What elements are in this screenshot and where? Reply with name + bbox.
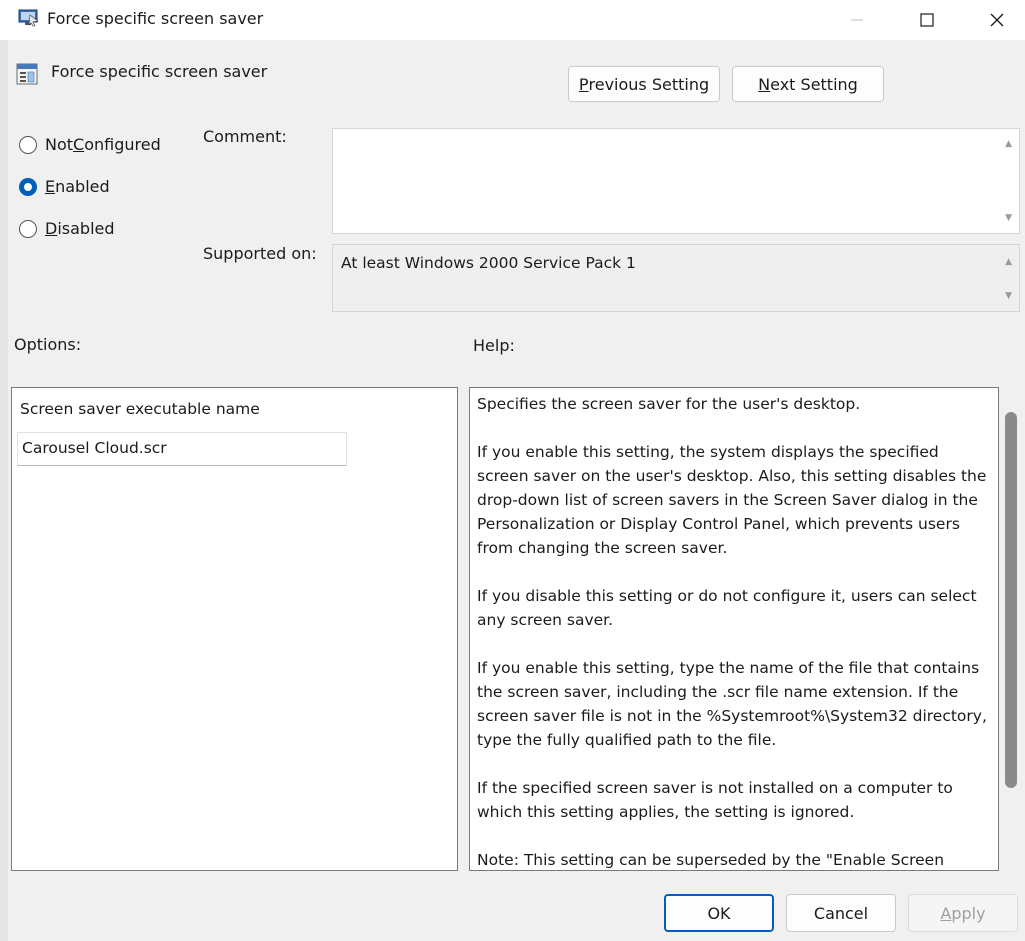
- help-text: Specifies the screen saver for the user'…: [477, 395, 987, 869]
- maximize-icon: [920, 13, 934, 27]
- supported-on-field: At least Windows 2000 Service Pack 1 ▲ ▼: [332, 244, 1020, 312]
- policy-app-icon: [18, 9, 40, 27]
- maximize-button[interactable]: [894, 0, 960, 40]
- radio-enabled[interactable]: Enabled: [19, 177, 110, 196]
- screen-saver-name-input[interactable]: Carousel Cloud.scr: [17, 432, 347, 466]
- minimize-icon: [851, 19, 863, 21]
- background-window-edge: [0, 40, 8, 941]
- radio-circle-selected: [19, 177, 37, 196]
- comment-label: Comment:: [203, 127, 287, 146]
- policy-name-heading: Force specific screen saver: [51, 62, 268, 81]
- scroll-down-icon[interactable]: ▼: [1005, 291, 1012, 301]
- radio-circle: [19, 135, 37, 154]
- options-panel: Screen saver executable name Carousel Cl…: [11, 387, 458, 871]
- cancel-button[interactable]: Cancel: [786, 894, 896, 932]
- close-icon: [990, 13, 1004, 27]
- help-scrollbar-thumb[interactable]: [1005, 412, 1017, 788]
- screen-saver-name-label: Screen saver executable name: [20, 400, 260, 418]
- scroll-up-icon[interactable]: ▲: [1005, 139, 1012, 149]
- radio-not-configured[interactable]: Not Configured: [19, 135, 161, 154]
- comment-textarea[interactable]: ▲ ▼: [332, 128, 1020, 234]
- help-label: Help:: [473, 336, 515, 355]
- options-label: Options:: [14, 335, 82, 354]
- apply-button[interactable]: Apply: [908, 894, 1018, 932]
- policy-setting-icon: [15, 62, 39, 86]
- close-button[interactable]: [964, 0, 1025, 40]
- radio-circle: [19, 219, 37, 238]
- scroll-up-icon[interactable]: ▲: [1005, 257, 1012, 267]
- supported-on-label: Supported on:: [203, 244, 317, 263]
- help-panel: Specifies the screen saver for the user'…: [469, 387, 999, 871]
- next-setting-button[interactable]: Next Setting: [732, 66, 884, 102]
- minimize-button[interactable]: [824, 0, 890, 40]
- window-title: Force specific screen saver: [47, 9, 264, 28]
- scroll-down-icon[interactable]: ▼: [1005, 213, 1012, 223]
- radio-disabled[interactable]: Disabled: [19, 219, 115, 238]
- ok-button[interactable]: OK: [664, 894, 774, 932]
- previous-setting-button[interactable]: Previous Setting: [568, 66, 720, 102]
